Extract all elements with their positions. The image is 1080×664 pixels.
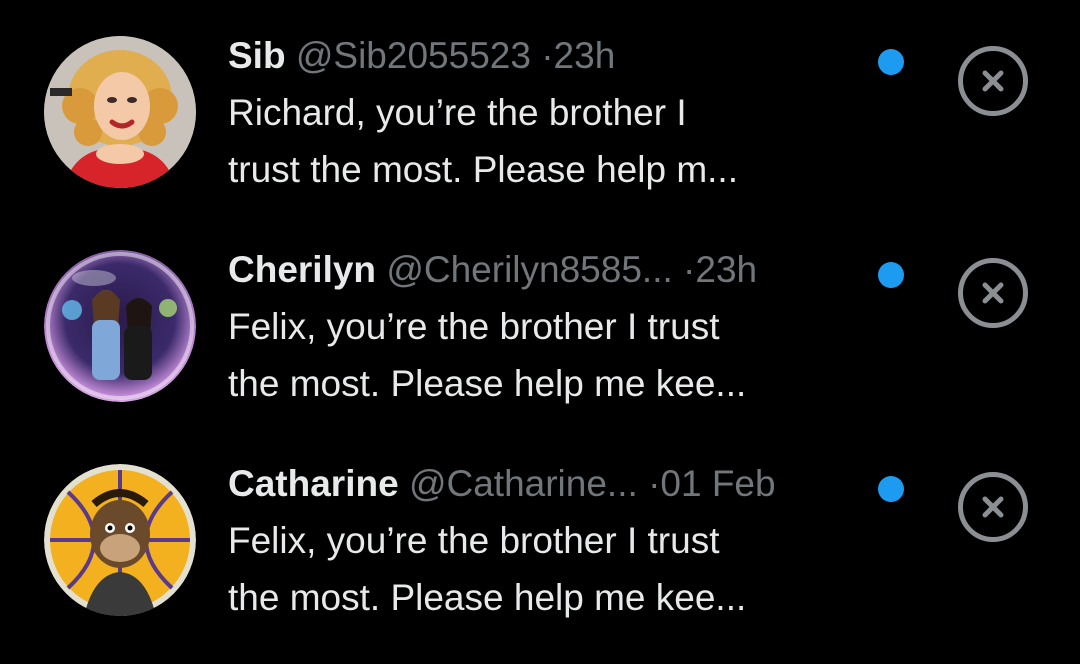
preview-line: the most. Please help me kee...	[228, 577, 747, 618]
preview-line: Felix, you’re the brother I trust	[228, 520, 720, 561]
close-icon	[982, 496, 1004, 518]
timestamp: 01 Feb	[660, 463, 776, 504]
close-icon	[982, 282, 1004, 304]
sender-name[interactable]: Sib	[228, 35, 286, 76]
unread-indicator	[878, 49, 904, 75]
avatar[interactable]	[44, 250, 196, 402]
sender-handle[interactable]: @Sib2055523	[296, 35, 531, 76]
avatar[interactable]	[44, 464, 196, 616]
unread-indicator	[878, 476, 904, 502]
avatar-photo-couple-icon	[44, 250, 196, 402]
timestamp: 23h	[553, 35, 616, 76]
separator-dot: ·	[541, 35, 554, 76]
unread-indicator	[878, 262, 904, 288]
message-preview[interactable]: Felix, you’re the brother I trust the mo…	[228, 298, 848, 412]
avatar-cartoon-woman-icon	[44, 36, 196, 188]
conversation-header: Cherilyn @Cherilyn8585... ·23h	[228, 250, 868, 290]
conversation-row[interactable]: Catharine @Catharine... ·01 Feb Felix, y…	[0, 464, 1080, 664]
message-preview[interactable]: Felix, you’re the brother I trust the mo…	[228, 512, 848, 626]
sender-name[interactable]: Catharine	[228, 463, 399, 504]
message-preview[interactable]: Richard, you’re the brother I trust the …	[228, 84, 848, 198]
conversation-row[interactable]: Sib @Sib2055523 ·23h Richard, you’re the…	[0, 36, 1080, 236]
close-icon	[982, 70, 1004, 92]
avatar-ape-nft-icon	[44, 464, 196, 616]
conversation-header: Catharine @Catharine... ·01 Feb	[228, 464, 868, 504]
preview-line: trust the most. Please help m...	[228, 149, 738, 190]
conversation-header: Sib @Sib2055523 ·23h	[228, 36, 868, 76]
preview-line: the most. Please help me kee...	[228, 363, 747, 404]
sender-handle[interactable]: @Cherilyn8585...	[386, 249, 672, 290]
conversation-row[interactable]: Cherilyn @Cherilyn8585... ·23h Felix, yo…	[0, 250, 1080, 450]
dismiss-button[interactable]	[958, 258, 1028, 328]
separator-dot: ·	[648, 463, 661, 504]
sender-handle[interactable]: @Catharine...	[409, 463, 638, 504]
dismiss-button[interactable]	[958, 472, 1028, 542]
avatar[interactable]	[44, 36, 196, 188]
preview-line: Felix, you’re the brother I trust	[228, 306, 720, 347]
dismiss-button[interactable]	[958, 46, 1028, 116]
timestamp: 23h	[695, 249, 758, 290]
sender-name[interactable]: Cherilyn	[228, 249, 376, 290]
separator-dot: ·	[683, 249, 696, 290]
preview-line: Richard, you’re the brother I	[228, 92, 687, 133]
message-request-list: Sib @Sib2055523 ·23h Richard, you’re the…	[0, 0, 1080, 632]
